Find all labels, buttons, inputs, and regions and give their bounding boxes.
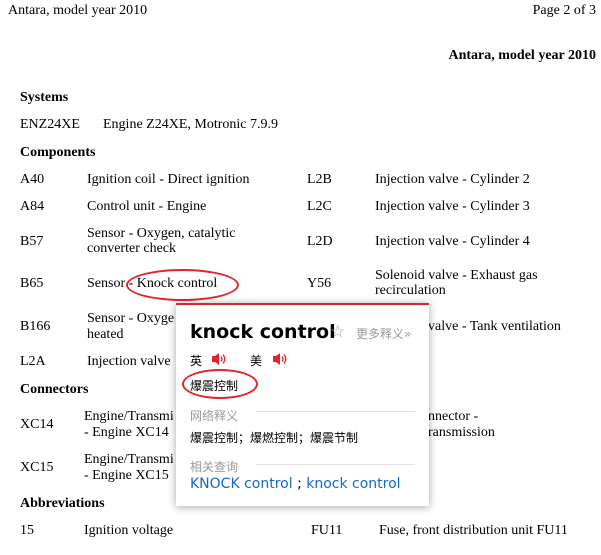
web-definitions: 爆震控制；爆燃控制；爆震节制 — [190, 431, 359, 445]
connector-desc-right-line2: ransmission — [428, 425, 495, 440]
system-desc: Engine Z24XE, Motronic 7.9.9 — [103, 117, 278, 132]
abbrev-code: 15 — [20, 523, 34, 538]
abbrev-code: FU11 — [311, 523, 343, 538]
connectors-heading: Connectors — [20, 382, 89, 397]
connector-desc: Engine/Transmi — [84, 452, 174, 467]
connector-desc: Engine/Transmi — [84, 409, 174, 424]
component-code: B166 — [20, 319, 51, 334]
connector-code: XC14 — [20, 417, 54, 432]
related-link[interactable]: knock control — [306, 476, 400, 492]
component-desc: Injection valve - Cylinder 4 — [375, 234, 530, 249]
related-separator: ; — [297, 476, 302, 492]
abbrev-desc: Ignition voltage — [84, 523, 174, 538]
translation-highlight-ring — [182, 369, 258, 399]
component-desc: valve - Tank ventilation — [428, 319, 561, 334]
connector-desc-right: nnector - — [428, 409, 479, 424]
systems-heading: Systems — [20, 90, 69, 105]
pron-uk-label: 英 — [190, 354, 203, 368]
speaker-icon[interactable] — [272, 352, 288, 366]
component-code: Y56 — [307, 276, 332, 291]
header-left: Antara, model year 2010 — [8, 3, 148, 18]
doc-title: Antara, model year 2010 — [448, 48, 597, 63]
connector-desc-line2: - Engine XC15 — [84, 468, 169, 483]
component-code: B65 — [20, 276, 44, 291]
component-desc: Sensor - Oxygen, catalytic converter che… — [87, 226, 236, 256]
component-code: A40 — [20, 172, 45, 187]
related-queries-heading: 相关查询 — [190, 460, 239, 474]
component-code: L2A — [20, 354, 46, 369]
component-code: B57 — [20, 234, 44, 249]
related-link[interactable]: KNOCK control — [190, 476, 293, 492]
web-definitions-heading: 网络释义 — [190, 409, 239, 423]
component-desc: Ignition coil - Direct ignition — [87, 172, 250, 187]
component-desc: Injection valve - Cylinder 3 — [375, 199, 530, 214]
header-right: Page 2 of 3 — [532, 3, 596, 18]
speaker-icon[interactable] — [211, 352, 227, 366]
component-desc: Injection valve — [87, 354, 171, 369]
related-queries: KNOCK control ; knock control — [190, 476, 401, 492]
component-code: L2D — [307, 234, 333, 249]
component-code: L2B — [307, 172, 332, 187]
component-desc-prefix: Sensor — [87, 276, 129, 291]
more-definitions-link[interactable]: 更多释义» — [356, 325, 411, 342]
divider — [256, 464, 415, 465]
component-desc-line2: heated — [87, 327, 124, 342]
divider — [256, 411, 415, 412]
component-code: L2C — [307, 199, 332, 214]
component-code: A84 — [20, 199, 45, 214]
abbreviations-heading: Abbreviations — [20, 496, 105, 511]
connector-code: XC15 — [20, 460, 54, 475]
component-desc: Sensor - Oxyge — [87, 311, 175, 326]
system-code: ENZ24XE — [20, 117, 80, 132]
pron-us-label: 美 — [250, 354, 263, 368]
popup-word: knock control — [190, 321, 336, 343]
connector-desc-line2: - Engine XC14 — [84, 425, 169, 440]
highlight-ring — [126, 269, 239, 301]
component-desc: Control unit - Engine — [87, 199, 207, 214]
component-desc: Injection valve - Cylinder 2 — [375, 172, 530, 187]
components-heading: Components — [20, 145, 96, 160]
component-desc: Solenoid valve - Exhaust gas recirculati… — [375, 268, 538, 298]
abbrev-desc: Fuse, front distribution unit FU11 — [379, 523, 568, 538]
dictionary-popup[interactable]: knock control ☆ 更多释义» 英 美 爆震控制 网络释义 爆震控制… — [176, 303, 429, 506]
star-icon[interactable]: ☆ — [330, 322, 345, 342]
